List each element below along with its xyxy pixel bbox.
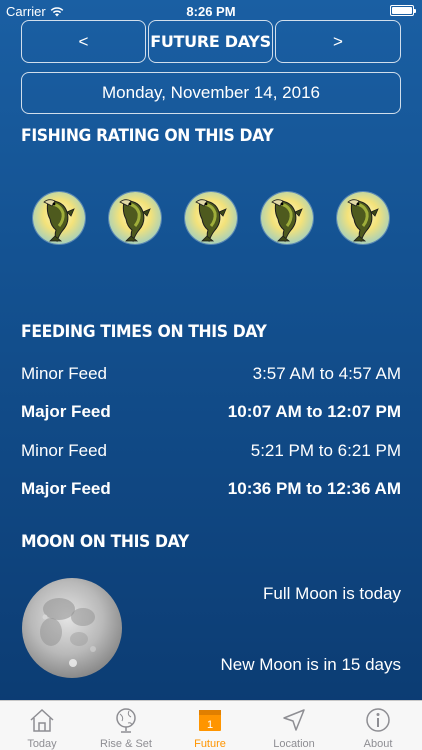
tab-label: About: [363, 738, 393, 750]
feed-label: Major Feed: [21, 479, 111, 498]
status-bar: Carrier 8:26 PM: [0, 0, 422, 22]
tab-about[interactable]: About: [336, 701, 420, 750]
feed-row: Minor Feed 3:57 AM to 4:57 AM: [21, 364, 401, 386]
moon-heading: MOON ON THIS DAY: [21, 532, 189, 552]
feed-label: Minor Feed: [21, 441, 107, 460]
bass-fish-icon: [109, 192, 161, 244]
new-moon-text: New Moon is in 15 days: [220, 655, 401, 674]
tab-location[interactable]: Location: [252, 701, 336, 750]
battery-level: [392, 7, 412, 14]
previous-day-button[interactable]: <: [21, 20, 146, 63]
feed-time: 10:36 PM to 12:36 AM: [227, 479, 401, 498]
tab-label: Location: [273, 738, 315, 750]
feed-label: Minor Feed: [21, 364, 107, 383]
info-icon: [366, 708, 390, 732]
globe-icon: [116, 708, 136, 733]
feed-row: Major Feed 10:07 AM to 12:07 PM: [21, 402, 401, 424]
feed-time: 3:57 AM to 4:57 AM: [252, 364, 401, 383]
feed-row: Major Feed 10:36 PM to 12:36 AM: [21, 479, 401, 501]
bass-fish-icon: [33, 192, 85, 244]
full-moon-icon: [22, 578, 122, 678]
tab-label: Rise & Set: [100, 738, 152, 750]
tab-future[interactable]: 1 Future: [168, 701, 252, 750]
bass-fish-icon: [185, 192, 237, 244]
tab-label: Today: [27, 738, 57, 750]
bass-fish-icon: [261, 192, 313, 244]
bass-fish-icon: [337, 192, 389, 244]
feed-row: Minor Feed 5:21 PM to 6:21 PM: [21, 441, 401, 463]
feed-time: 10:07 AM to 12:07 PM: [227, 402, 401, 421]
selected-date[interactable]: Monday, November 14, 2016: [21, 72, 401, 114]
feed-time: 5:21 PM to 6:21 PM: [250, 441, 401, 460]
tab-today[interactable]: Today: [0, 701, 84, 750]
calendar-icon: 1: [199, 710, 221, 731]
fishing-rating-heading: FISHING RATING ON THIS DAY: [21, 126, 274, 146]
tab-label: Future: [194, 738, 226, 750]
future-days-title[interactable]: FUTURE DAYS: [148, 20, 273, 63]
location-arrow-icon: [283, 709, 305, 731]
day-navigation: < FUTURE DAYS >: [21, 20, 401, 63]
feeding-times-heading: FEEDING TIMES ON THIS DAY: [21, 322, 267, 342]
home-icon: [30, 708, 54, 732]
full-moon-text: Full Moon is today: [263, 584, 401, 603]
tab-rise-set[interactable]: Rise & Set: [84, 701, 168, 750]
feed-label: Major Feed: [21, 402, 111, 421]
calendar-badge: 1: [207, 719, 213, 731]
fishing-rating: [33, 192, 389, 244]
tab-bar: Today Rise & Set 1 Future Location About: [0, 700, 422, 750]
battery-icon: [390, 5, 416, 16]
status-time: 8:26 PM: [186, 4, 236, 19]
next-day-button[interactable]: >: [275, 20, 401, 63]
